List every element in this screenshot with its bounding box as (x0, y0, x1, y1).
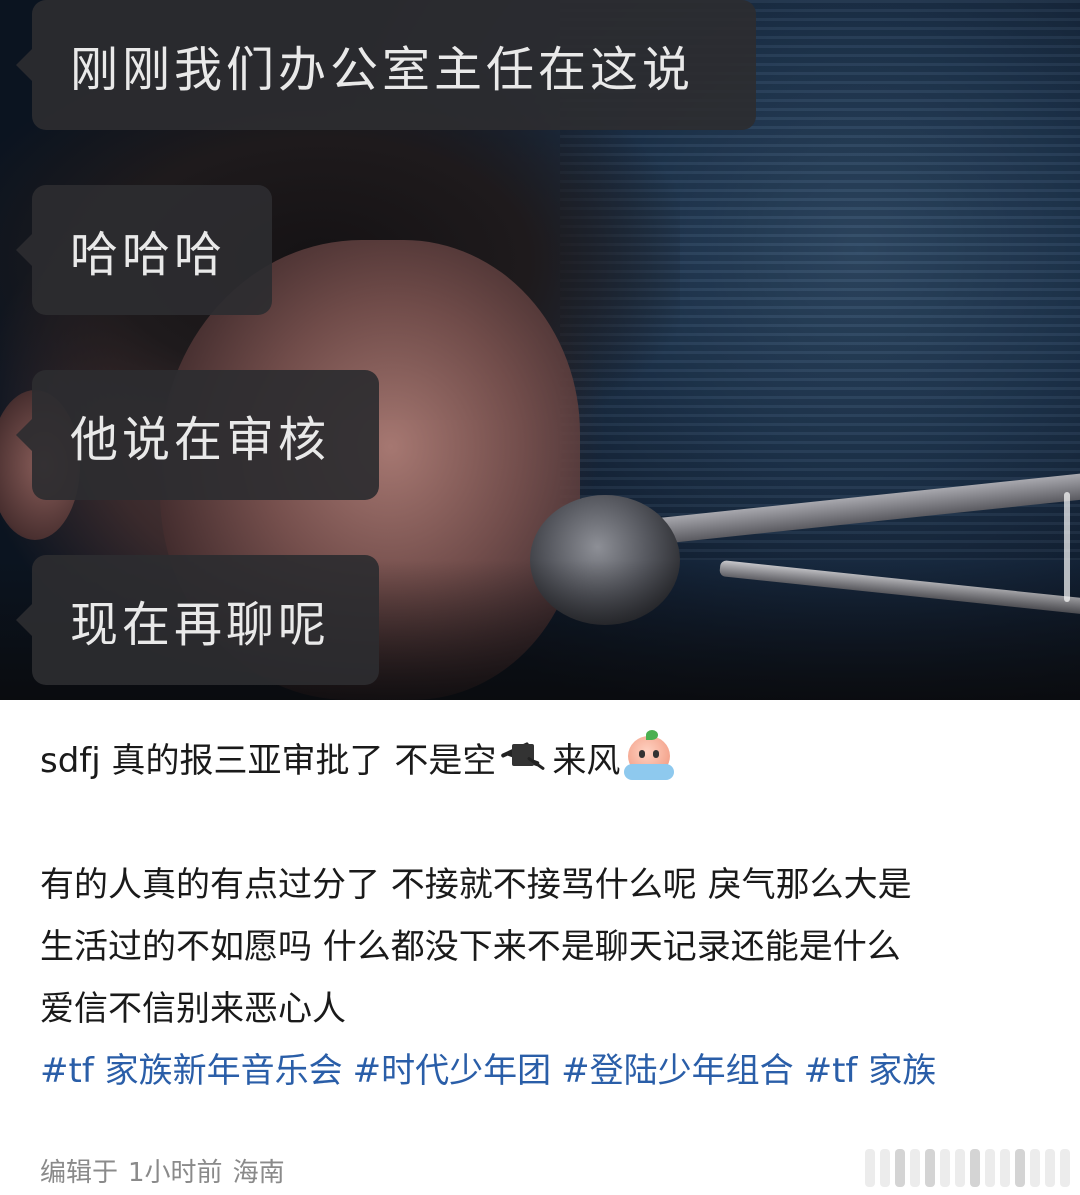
location-label: 海南 (232, 1157, 285, 1188)
chat-message: 现在再聊呢 (70, 597, 331, 653)
chat-bubble: 现在再聊呢 (16, 555, 379, 685)
chat-bubble: 哈哈哈 (16, 185, 272, 315)
post-text-segment: 来风 (552, 741, 621, 781)
post-body-line: 生活过的不如愿吗 什么都没下来不是聊天记录还能是什么 (40, 927, 901, 967)
hashtag-link[interactable]: #tf 家族 (804, 1051, 937, 1091)
hashtag-link[interactable]: #时代少年团 (353, 1051, 552, 1091)
hashtag-link[interactable]: #登陆少年组合 (561, 1051, 794, 1091)
chat-bubble: 他说在审核 (16, 370, 379, 500)
chat-bubble: 刚刚我们办公室主任在这说 (16, 0, 756, 130)
post-body-line: 爱信不信别来恶心人 (40, 989, 346, 1029)
hashtag-link[interactable]: #tf 家族新年音乐会 (40, 1051, 343, 1091)
post-first-line: sdfj 真的报三亚审批了 不是空 来风 (40, 730, 1050, 792)
censor-scribble-icon (496, 738, 552, 778)
chat-message: 他说在审核 (70, 412, 331, 468)
scrollbar[interactable] (1064, 492, 1070, 602)
chat-message: 刚刚我们办公室主任在这说 (70, 42, 695, 98)
screenshot-image[interactable]: 刚刚我们办公室主任在这说 哈哈哈 他说在审核 现在再聊呢 (0, 0, 1080, 700)
post-text-segment: sdfj 真的报三亚审批了 不是空 (40, 741, 497, 781)
post-body-line: 有的人真的有点过分了 不接就不接骂什么呢 戾气那么大是 (40, 865, 912, 905)
post-meta: 编辑于 1小时前 海南 (40, 1148, 285, 1192)
crying-peach-emoji-icon (622, 730, 676, 782)
placeholder-bars-icon (865, 1148, 1070, 1187)
hashtag-row: #tf 家族新年音乐会 #时代少年团 #登陆少年组合 #tf 家族 (40, 1040, 1050, 1102)
blurred-action-bar (790, 1140, 1080, 1195)
post-body: sdfj 真的报三亚审批了 不是空 来风 有的人真的有点过分了 不接就不接骂什么呢… (40, 730, 1050, 1102)
edited-time: 1小时前 (128, 1157, 223, 1188)
chat-message: 哈哈哈 (70, 227, 227, 283)
edited-label: 编辑于 (40, 1157, 119, 1188)
